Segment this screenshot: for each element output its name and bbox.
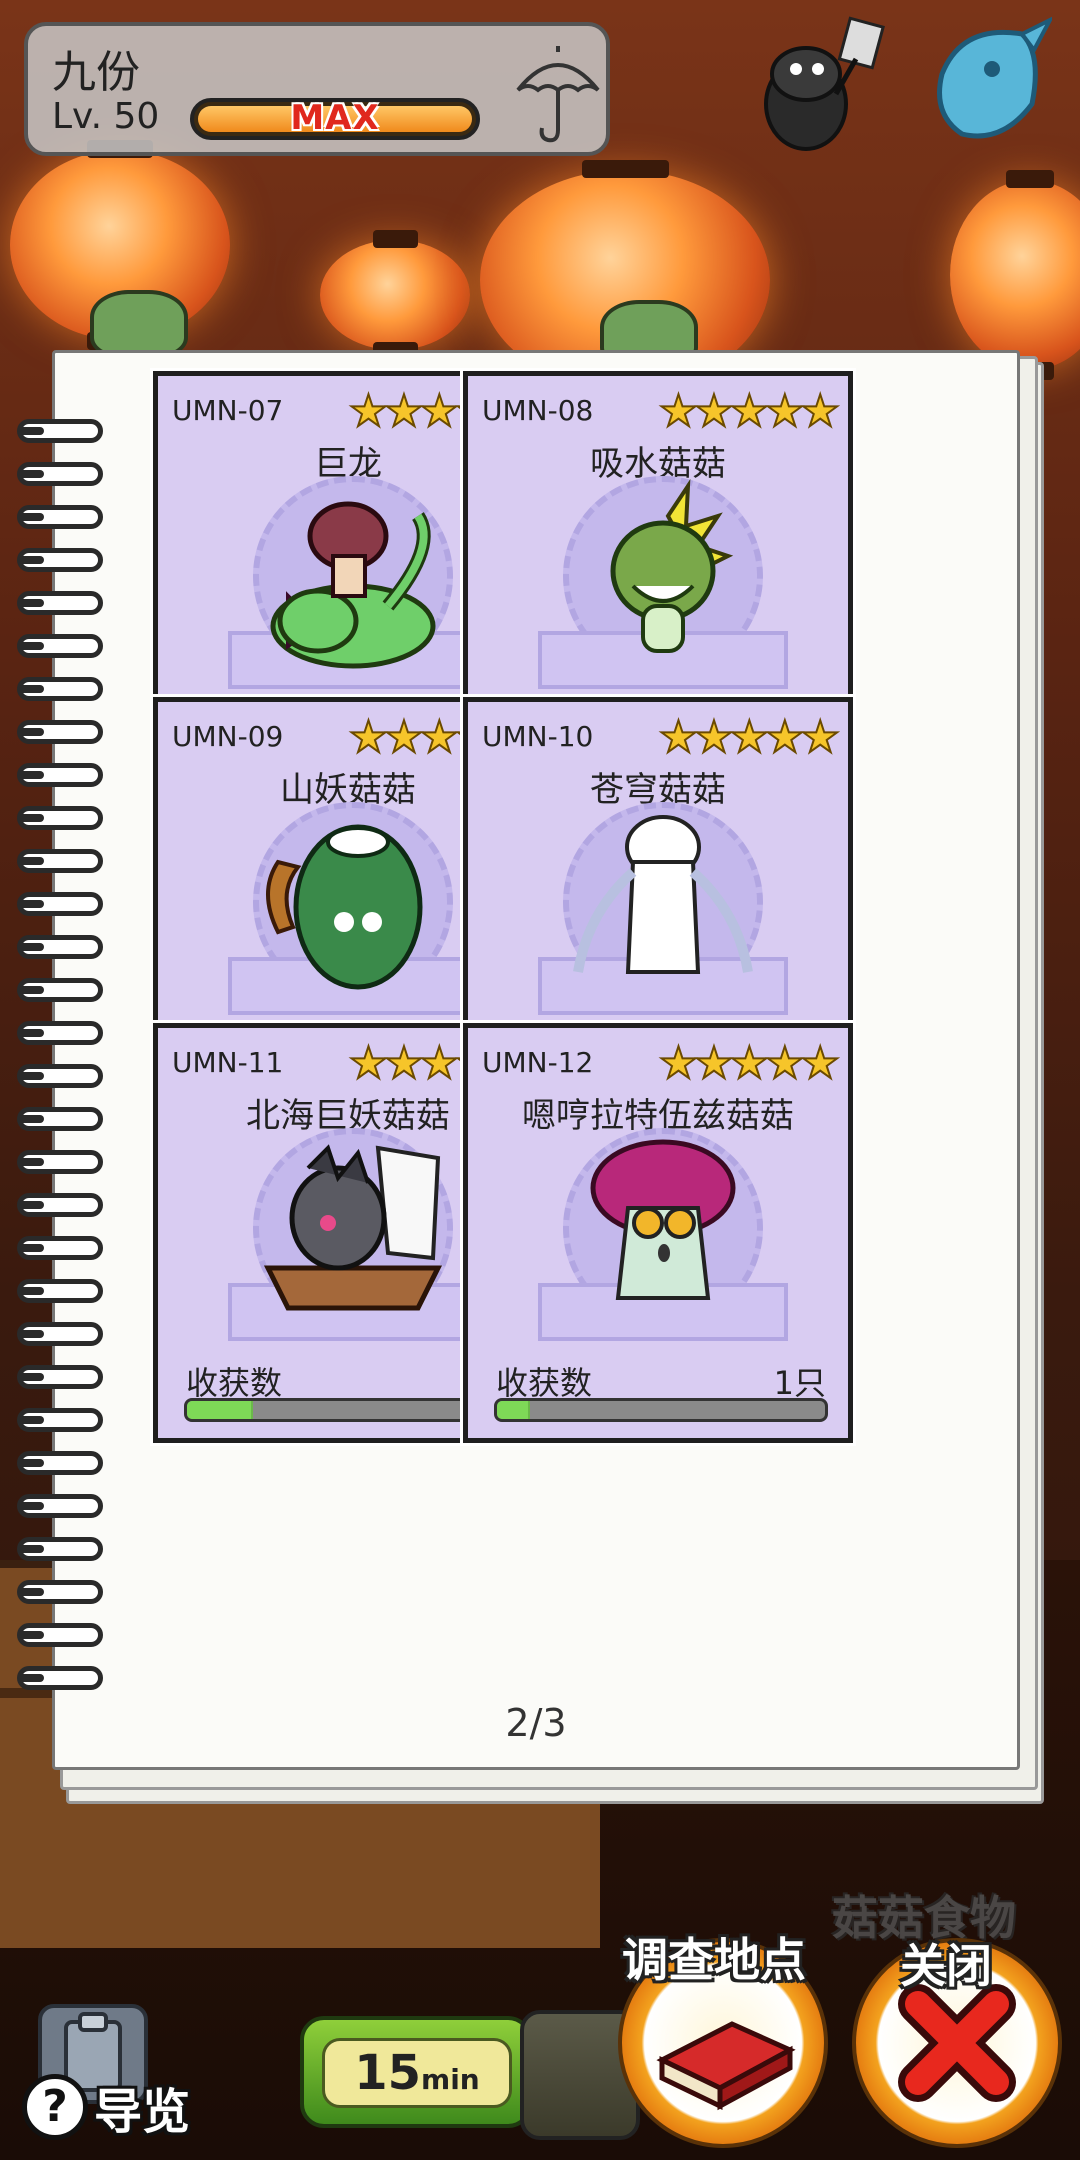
troll-mushroom-icon (266, 824, 423, 990)
level-progress-bar: MAX (190, 98, 480, 140)
notebook-ring-icon (17, 1279, 103, 1303)
notebook-ring-icon (17, 677, 103, 701)
flatwoods-mushroom-icon (590, 1139, 736, 1300)
ghost-mushroom-icon (573, 815, 753, 974)
notebook-ring-icon (17, 978, 103, 1002)
notebook-ring-icon (17, 1150, 103, 1174)
notebook-ring-icon (17, 720, 103, 744)
location-panel: 九份 Lv. 50 MAX (24, 22, 610, 156)
notebook-ring-icon (17, 1580, 103, 1604)
notebook-ring-icon (17, 935, 103, 959)
notebook-ring-icon (17, 1322, 103, 1346)
lantern-icon (950, 170, 1080, 380)
location-name: 九份 (52, 47, 140, 98)
notebook-ring-icon (17, 849, 103, 873)
notebook-ring-icon (17, 892, 103, 916)
notebook-ring-icon (17, 1021, 103, 1045)
notebook-ring-icon (17, 1064, 103, 1088)
page-indicator: 2/3 (505, 1701, 567, 1745)
rarity-stars-icon: ★★★★★ (658, 711, 841, 764)
crow-character-icon[interactable] (736, 14, 886, 164)
rarity-stars-icon: ★★★★★ (658, 1037, 841, 1090)
harvest-progress-bar (494, 1398, 828, 1422)
help-guide-label: 导览 (94, 2084, 191, 2140)
investigate-location-label: 调查地点 (622, 1933, 806, 1987)
lantern-icon (320, 230, 470, 360)
dragon-decoration-icon (90, 290, 188, 358)
notebook-ring-icon (17, 591, 103, 615)
mushroom-card[interactable]: UMN-12 ★★★★★ 嗯哼拉特伍兹菇菇 收获数 1只 (460, 1020, 856, 1446)
dragon-mushroom-icon (270, 501, 436, 669)
progress-segment (497, 1401, 530, 1419)
timer-value: 15min (322, 2038, 512, 2108)
notebook-ring-icon (17, 548, 103, 572)
notebook-ring-icon (17, 634, 103, 658)
blue-bird-character-icon[interactable] (922, 14, 1052, 154)
level-max-label: MAX (290, 98, 380, 138)
card-code: UMN-09 (172, 720, 284, 753)
rarity-stars-icon: ★★★★★ (658, 385, 841, 438)
notebook-ring-icon (17, 1494, 103, 1518)
card-code: UMN-11 (172, 1046, 284, 1079)
notebook-ring-icon (17, 419, 103, 443)
notebook-ring-icon (17, 505, 103, 529)
notebook-ring-icon (17, 1623, 103, 1647)
notebook-ring-icon (17, 1666, 103, 1690)
card-code: UMN-08 (482, 394, 594, 427)
notebook-ring-icon (17, 1365, 103, 1389)
notebook-ring-icon (17, 1537, 103, 1561)
notebook-ring-icon (17, 1107, 103, 1131)
progress-segment (187, 1401, 253, 1419)
notebook-ring-icon (17, 763, 103, 787)
spiky-green-mushroom-icon (610, 478, 734, 653)
notebook-ring-icon (17, 806, 103, 830)
help-icon: ? (22, 2074, 88, 2140)
card-code: UMN-10 (482, 720, 594, 753)
timer-display: 15min (300, 2016, 532, 2128)
umbrella-icon[interactable] (514, 46, 602, 146)
notebook-ring-icon (17, 1408, 103, 1432)
card-code: UMN-12 (482, 1046, 594, 1079)
notebook-ring-icon (17, 1236, 103, 1260)
collection-notebook: UMN-07★★★★★巨龙收获数9只UMN-08★★★★★吸水菇菇收获数6只UM… (17, 350, 1020, 1770)
location-level: Lv. 50 (52, 96, 160, 137)
notebook-ring-icon (17, 462, 103, 486)
card-code: UMN-07 (172, 394, 284, 427)
notebook-ring-icon (17, 1451, 103, 1475)
help-guide-button[interactable]: ? 导览 (22, 2072, 190, 2142)
kraken-ship-mushroom-icon (263, 1144, 443, 1311)
close-label: 关闭 (900, 1939, 992, 1993)
notebook-ring-icon (17, 1193, 103, 1217)
